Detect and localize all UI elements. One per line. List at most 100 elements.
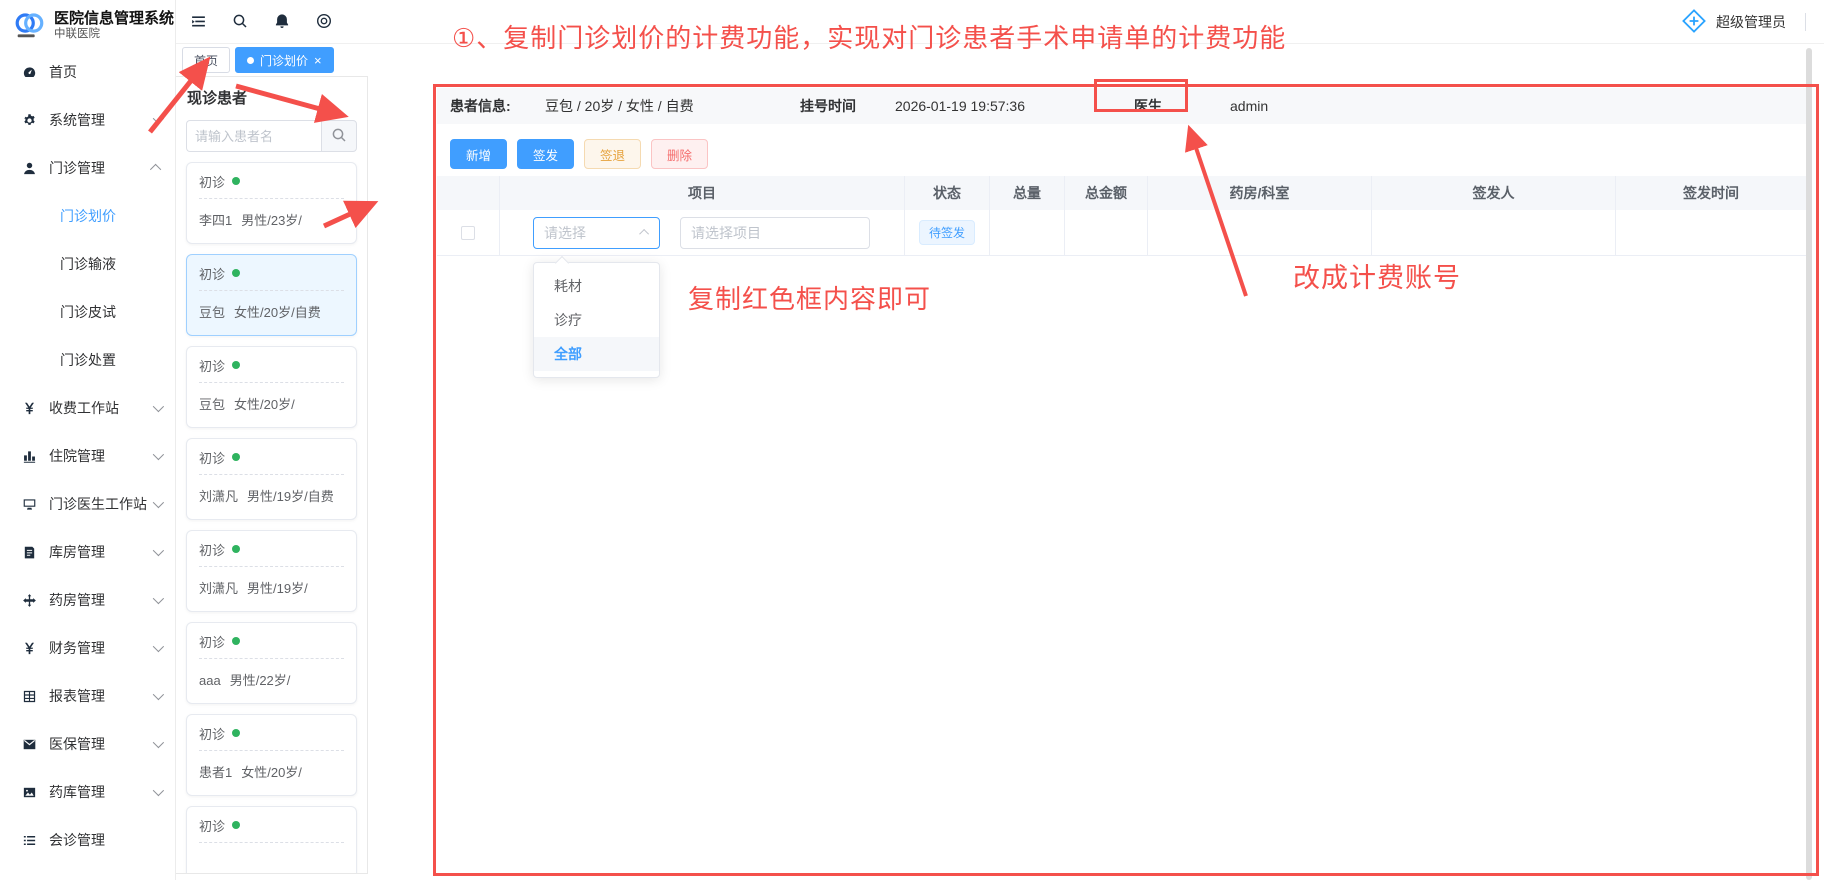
patient-name: aaa (199, 673, 221, 688)
app-title: 医院信息管理系统 (54, 10, 174, 27)
add-button[interactable]: 新增 (450, 139, 507, 169)
divider (199, 750, 344, 751)
vertical-scrollbar[interactable] (1806, 48, 1812, 880)
patient-name: 患者1 (199, 765, 232, 780)
header-pharmacy-dept: 药房/科室 (1148, 176, 1372, 210)
visit-type: 初诊 (199, 172, 225, 191)
patient-card[interactable]: 初诊 (186, 806, 357, 874)
patient-search-input[interactable] (186, 120, 321, 152)
divider (199, 382, 344, 383)
sidebar-item-home[interactable]: 首页 (0, 48, 175, 96)
dropdown-option-treatment[interactable]: 诊疗 (534, 303, 659, 337)
sidebar-item-reports[interactable]: 报表管理 (0, 672, 175, 720)
sidebar-item-label: 首页 (49, 62, 77, 82)
tab-label: 首页 (194, 52, 218, 69)
sidebar-item-finance[interactable]: 财务管理 (0, 624, 175, 672)
fold-sidebar-icon[interactable] (190, 13, 208, 31)
sidebar-item-label: 门诊皮试 (60, 302, 116, 322)
tab-home[interactable]: 首页 (182, 47, 230, 73)
tab-label: 门诊划价 (260, 52, 308, 69)
header-issuer: 签发人 (1372, 176, 1616, 210)
dropdown-option-consumables[interactable]: 耗材 (534, 269, 659, 303)
list-icon (22, 832, 39, 848)
header-total-amount: 总金额 (1065, 176, 1148, 210)
user-block[interactable]: 超级管理员 (1681, 0, 1806, 44)
dashboard-icon (22, 64, 39, 80)
chevron-down-icon (153, 497, 164, 508)
status-badge: 待签发 (919, 220, 975, 245)
sidebar-item-label: 药库管理 (49, 782, 105, 802)
sidebar-item-outpatient-pricing[interactable]: 门诊划价 (0, 192, 175, 240)
visit-type: 初诊 (199, 816, 225, 835)
sidebar-item-doctor-station[interactable]: 门诊医生工作站 (0, 480, 175, 528)
sidebar-menu: 首页 系统管理 门诊管理 门诊划价 门诊输液 门诊皮试 门诊处置 (0, 46, 175, 880)
app-logo: 医院信息管理系统 中联医院 (0, 0, 175, 46)
patient-card[interactable]: 初诊 刘潇凡男性/19岁/自费 (186, 438, 357, 520)
patient-card[interactable]: 初诊 患者1 女性/20岁/ (186, 714, 357, 796)
mail-icon (22, 736, 39, 752)
sign-out-button[interactable]: 签退 (584, 139, 641, 169)
patient-card[interactable]: 初诊 李四1男性/23岁/ (186, 162, 357, 244)
sidebar-item-label: 系统管理 (49, 110, 105, 130)
chevron-down-icon (153, 113, 164, 124)
row-checkbox[interactable] (461, 226, 475, 240)
sidebar-item-outpatient-infusion[interactable]: 门诊输液 (0, 240, 175, 288)
close-icon[interactable]: × (314, 54, 322, 67)
document-icon (22, 544, 39, 560)
tab-outpatient-pricing[interactable]: 门诊划价 × (235, 47, 334, 73)
item-search-input[interactable] (680, 217, 870, 249)
sidebar-item-consultation[interactable]: 会诊管理 (0, 816, 175, 864)
sidebar-item-system[interactable]: 系统管理 (0, 96, 175, 144)
patient-card-selected[interactable]: 初诊 豆包女性/20岁/自费 (186, 254, 357, 336)
patient-info-bar: 患者信息: 豆包 / 20岁 / 女性 / 自费 挂号时间 2026-01-19… (437, 88, 1806, 124)
divider (1805, 13, 1806, 31)
sidebar-item-label: 门诊输液 (60, 254, 116, 274)
status-dot-icon (232, 269, 240, 277)
visit-type: 初诊 (199, 632, 225, 651)
status-dot-icon (232, 453, 240, 461)
divider (199, 198, 344, 199)
chevron-up-icon (639, 229, 649, 239)
dropdown-option-all[interactable]: 全部 (534, 337, 659, 371)
bar-chart-icon (22, 448, 39, 464)
sidebar-item-inpatient[interactable]: 住院管理 (0, 432, 175, 480)
sidebar-item-outpatient-skin-test[interactable]: 门诊皮试 (0, 288, 175, 336)
sidebar-item-pharmacy[interactable]: 药房管理 (0, 576, 175, 624)
billing-table: 项目 状态 总量 总金额 药房/科室 签发人 签发时间 请选择 待签发 (437, 176, 1806, 256)
search-icon[interactable] (232, 13, 250, 31)
sidebar-item-warehouse[interactable]: 库房管理 (0, 528, 175, 576)
sidebar-item-medical-insurance[interactable]: 医保管理 (0, 720, 175, 768)
chevron-down-icon (153, 641, 164, 652)
item-type-select[interactable]: 请选择 (533, 217, 660, 249)
sidebar-item-label: 医保管理 (49, 734, 105, 754)
divider (199, 658, 344, 659)
yen-icon (22, 640, 39, 656)
sidebar-item-outpatient[interactable]: 门诊管理 (0, 144, 175, 192)
theme-icon[interactable] (316, 13, 334, 31)
patient-card[interactable]: 初诊 豆包女性/20岁/ (186, 346, 357, 428)
sidebar-item-maintenance[interactable]: 维护系统 (0, 864, 175, 880)
patient-meta: 男性/19岁/自费 (247, 489, 334, 504)
sidebar-item-label: 门诊处置 (60, 350, 116, 370)
sidebar-item-charge-station[interactable]: 收费工作站 (0, 384, 175, 432)
patient-name: 李四1 (199, 213, 232, 228)
patient-meta: 女性/20岁/ (241, 765, 302, 780)
patient-card[interactable]: 初诊 aaa男性/22岁/ (186, 622, 357, 704)
visit-type: 初诊 (199, 448, 225, 467)
sign-issue-button[interactable]: 签发 (517, 139, 574, 169)
patient-card[interactable]: 初诊 刘潇凡男性/19岁/ (186, 530, 357, 612)
sidebar-item-drug-storage[interactable]: 药库管理 (0, 768, 175, 816)
select-placeholder: 请选择 (544, 223, 586, 243)
visit-type: 初诊 (199, 540, 225, 559)
doctor-label: 医生 (1134, 96, 1162, 116)
delete-button[interactable]: 删除 (651, 139, 708, 169)
bell-icon[interactable] (274, 13, 292, 31)
item-type-dropdown: 耗材 诊疗 全部 (533, 262, 660, 378)
move-icon (22, 592, 39, 608)
table-row: 请选择 待签发 (437, 210, 1806, 256)
patient-search-button[interactable] (321, 120, 357, 152)
app-root: 医院信息管理系统 中联医院 首页 系统管理 门诊管理 门诊划价 (0, 0, 1824, 880)
divider (199, 290, 344, 291)
sidebar-item-outpatient-disposal[interactable]: 门诊处置 (0, 336, 175, 384)
visit-type: 初诊 (199, 724, 225, 743)
